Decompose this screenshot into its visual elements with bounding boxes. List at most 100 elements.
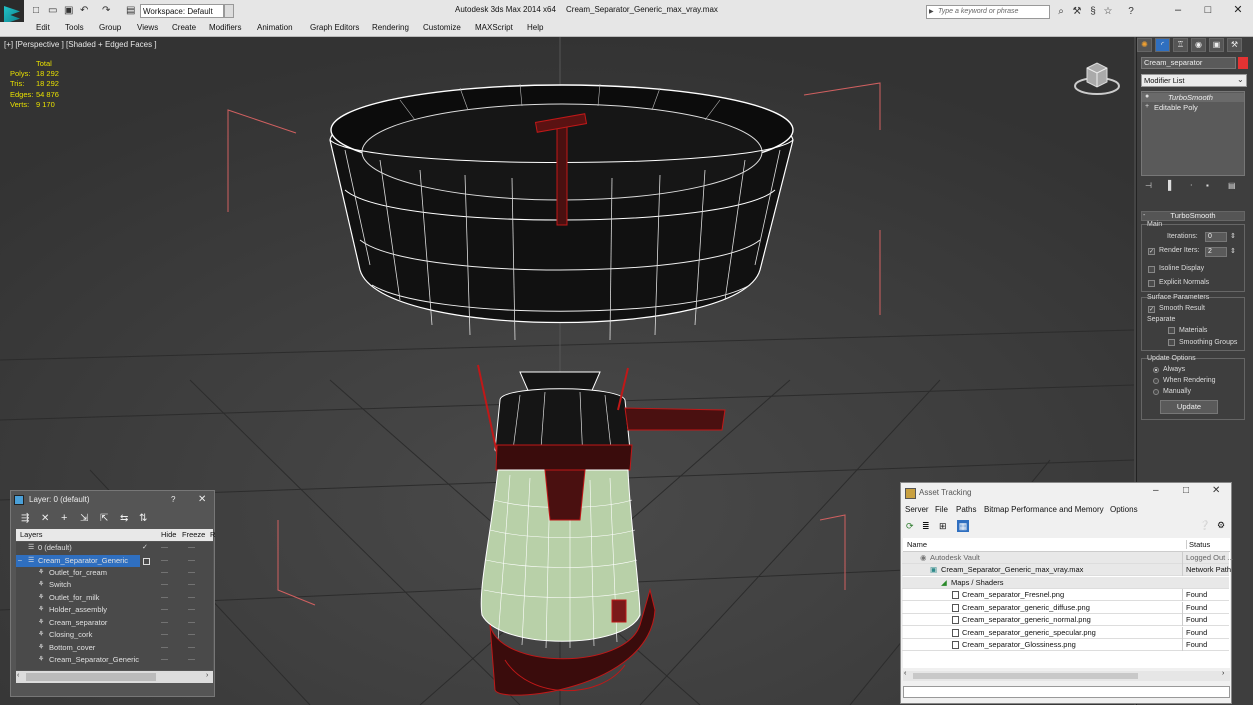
- asset-row[interactable]: Cream_separator_Fresnel.png Found: [902, 589, 1229, 601]
- column-status[interactable]: Status: [1186, 540, 1210, 549]
- column-render[interactable]: R: [210, 530, 215, 539]
- scroll-left-icon[interactable]: ‹: [904, 670, 906, 677]
- workspace-dropdown[interactable]: Workspace: Default: [140, 4, 224, 18]
- turbosmooth-rollout-header[interactable]: TurboSmooth: [1141, 211, 1245, 221]
- spinner-arrows-icon[interactable]: ⇕: [1230, 247, 1236, 255]
- asset-row[interactable]: Cream_separator_Glossiness.png Found: [902, 639, 1229, 651]
- asset-row[interactable]: ▣ Cream_Separator_Generic_max_vray.max N…: [902, 564, 1231, 576]
- collapse-icon[interactable]: –: [18, 555, 22, 567]
- smoothing-groups-checkbox[interactable]: [1168, 339, 1175, 346]
- menu-views[interactable]: Views: [137, 23, 158, 32]
- modifier-list-dropdown[interactable]: Modifier List: [1141, 74, 1247, 87]
- scroll-left-icon[interactable]: ‹: [17, 672, 19, 679]
- spinner-arrows-icon[interactable]: ⇕: [1230, 232, 1236, 240]
- explicit-normals-checkbox[interactable]: [1148, 280, 1155, 287]
- search-input[interactable]: Type a keyword or phrase: [926, 5, 1050, 19]
- menu-group[interactable]: Group: [99, 23, 121, 32]
- asset-maximize-button[interactable]: □: [1183, 485, 1189, 496]
- object-color-swatch[interactable]: [1238, 57, 1248, 69]
- layer-hscrollbar[interactable]: ‹ ›: [16, 671, 213, 683]
- always-radio[interactable]: [1153, 367, 1159, 373]
- render-iters-checkbox[interactable]: ✓: [1148, 248, 1155, 255]
- favorites-star-icon[interactable]: ☆: [1101, 5, 1115, 18]
- delete-layer-icon[interactable]: ✕: [41, 513, 49, 524]
- layer-row[interactable]: ☰ 0 (default) ✓ — —: [16, 542, 212, 554]
- table-view-icon[interactable]: ▦: [957, 520, 969, 532]
- project-folder-icon[interactable]: ▤: [126, 5, 135, 16]
- isoline-display-checkbox[interactable]: [1148, 266, 1155, 273]
- tree-view-icon[interactable]: ⊞: [939, 521, 947, 532]
- asset-menu-server[interactable]: Server: [905, 505, 929, 514]
- asset-hscrollbar[interactable]: ‹ ›: [903, 670, 1230, 681]
- layer-row[interactable]: ⚘ Holder_assembly — —: [16, 604, 212, 616]
- create-tab-icon[interactable]: ✺: [1137, 38, 1152, 52]
- configure-sets-icon[interactable]: ▤: [1228, 181, 1236, 190]
- materials-checkbox[interactable]: [1168, 327, 1175, 334]
- stack-item-editable-poly[interactable]: Editable Poly: [1154, 103, 1198, 112]
- asset-close-button[interactable]: ✕: [1212, 485, 1220, 496]
- asset-menu-options[interactable]: Options: [1110, 505, 1138, 514]
- update-button[interactable]: Update: [1160, 400, 1218, 414]
- minimize-button[interactable]: –: [1163, 0, 1193, 22]
- help-query-icon[interactable]: ❔: [1199, 520, 1210, 531]
- layer-row[interactable]: ⚘ Closing_cork — —: [16, 629, 212, 641]
- modify-tab-icon[interactable]: ◜: [1155, 38, 1170, 52]
- layer-help-button[interactable]: ?: [171, 495, 175, 504]
- list-view-icon[interactable]: ≣: [922, 521, 930, 532]
- pin-stack-icon[interactable]: ⊣: [1145, 181, 1152, 190]
- layer-row[interactable]: ⚘ Outlet_for_milk — —: [16, 592, 212, 604]
- make-unique-icon[interactable]: ⋅: [1190, 181, 1193, 190]
- menu-help[interactable]: Help: [527, 23, 543, 32]
- refresh-icon[interactable]: ⟳: [906, 521, 914, 532]
- workspace-dropdown-arrow-icon[interactable]: ▾: [224, 4, 234, 18]
- asset-row[interactable]: ◉ Autodesk Vault Logged Out ...: [902, 552, 1234, 564]
- asset-menu-paths[interactable]: Paths: [956, 505, 976, 514]
- asset-minimize-button[interactable]: –: [1153, 485, 1159, 496]
- stack-item-turbosmooth[interactable]: TurboSmooth: [1168, 93, 1213, 102]
- menu-tools[interactable]: Tools: [65, 23, 84, 32]
- menu-create[interactable]: Create: [172, 23, 196, 32]
- remove-modifier-icon[interactable]: ▪: [1206, 181, 1209, 190]
- add-selection-icon[interactable]: ⇲: [80, 513, 88, 524]
- layer-select-icon[interactable]: ⇶: [21, 513, 29, 524]
- asset-row[interactable]: ◢ Maps / Shaders: [902, 577, 1229, 589]
- highlight-layer-icon[interactable]: ⇆: [120, 513, 128, 524]
- layer-row[interactable]: ⚘ Switch — —: [16, 579, 212, 591]
- show-end-result-icon[interactable]: ▌: [1168, 180, 1174, 190]
- render-iters-spinner[interactable]: 2: [1205, 247, 1227, 257]
- layer-row[interactable]: ⚘ Outlet_for_cream — —: [16, 567, 212, 579]
- when-rendering-radio[interactable]: [1153, 378, 1159, 384]
- smooth-result-checkbox[interactable]: ✓: [1148, 306, 1155, 313]
- manually-radio[interactable]: [1153, 389, 1159, 395]
- dropdown-arrow-icon[interactable]: ⌄: [1237, 75, 1244, 84]
- menu-modifiers[interactable]: Modifiers: [209, 23, 241, 32]
- motion-tab-icon[interactable]: ◉: [1191, 38, 1206, 52]
- scroll-right-icon[interactable]: ›: [1222, 670, 1224, 677]
- redo-icon[interactable]: ↷: [102, 5, 110, 16]
- column-name[interactable]: Name: [907, 540, 927, 549]
- asset-menu-file[interactable]: File: [935, 505, 948, 514]
- open-file-icon[interactable]: ▭: [48, 5, 57, 16]
- menu-graph-editors[interactable]: Graph Editors: [310, 23, 359, 32]
- maximize-button[interactable]: □: [1193, 0, 1223, 22]
- asset-menu-bitmap-performance[interactable]: Bitmap Performance and Memory: [984, 505, 1104, 514]
- help-icon[interactable]: ?: [1124, 5, 1138, 18]
- menu-customize[interactable]: Customize: [423, 23, 461, 32]
- save-file-icon[interactable]: ▣: [64, 5, 73, 16]
- set-current-layer-icon[interactable]: [143, 558, 150, 565]
- display-tab-icon[interactable]: ▣: [1209, 38, 1224, 52]
- expand-icon[interactable]: +: [1145, 103, 1149, 110]
- iterations-spinner[interactable]: 0: [1205, 232, 1227, 242]
- asset-path-field[interactable]: [903, 686, 1230, 698]
- layer-row[interactable]: ⚘ Bottom_cover — —: [16, 642, 212, 654]
- light-bulb-icon[interactable]: ●: [1145, 93, 1149, 100]
- layer-row[interactable]: ⚘ Cream_separator — —: [16, 617, 212, 629]
- select-objects-icon[interactable]: ⇱: [100, 513, 108, 524]
- layer-close-button[interactable]: ✕: [198, 494, 206, 505]
- scroll-thumb[interactable]: [26, 673, 156, 681]
- menu-maxscript[interactable]: MAXScript: [475, 23, 513, 32]
- column-layers[interactable]: Layers: [20, 530, 43, 539]
- undo-icon[interactable]: ↶: [80, 5, 88, 16]
- layer-row-selected[interactable]: – ☰ Cream_Separator_Generic: [16, 555, 140, 567]
- layer-row[interactable]: ⚘ Cream_Separator_Generic — —: [16, 654, 212, 666]
